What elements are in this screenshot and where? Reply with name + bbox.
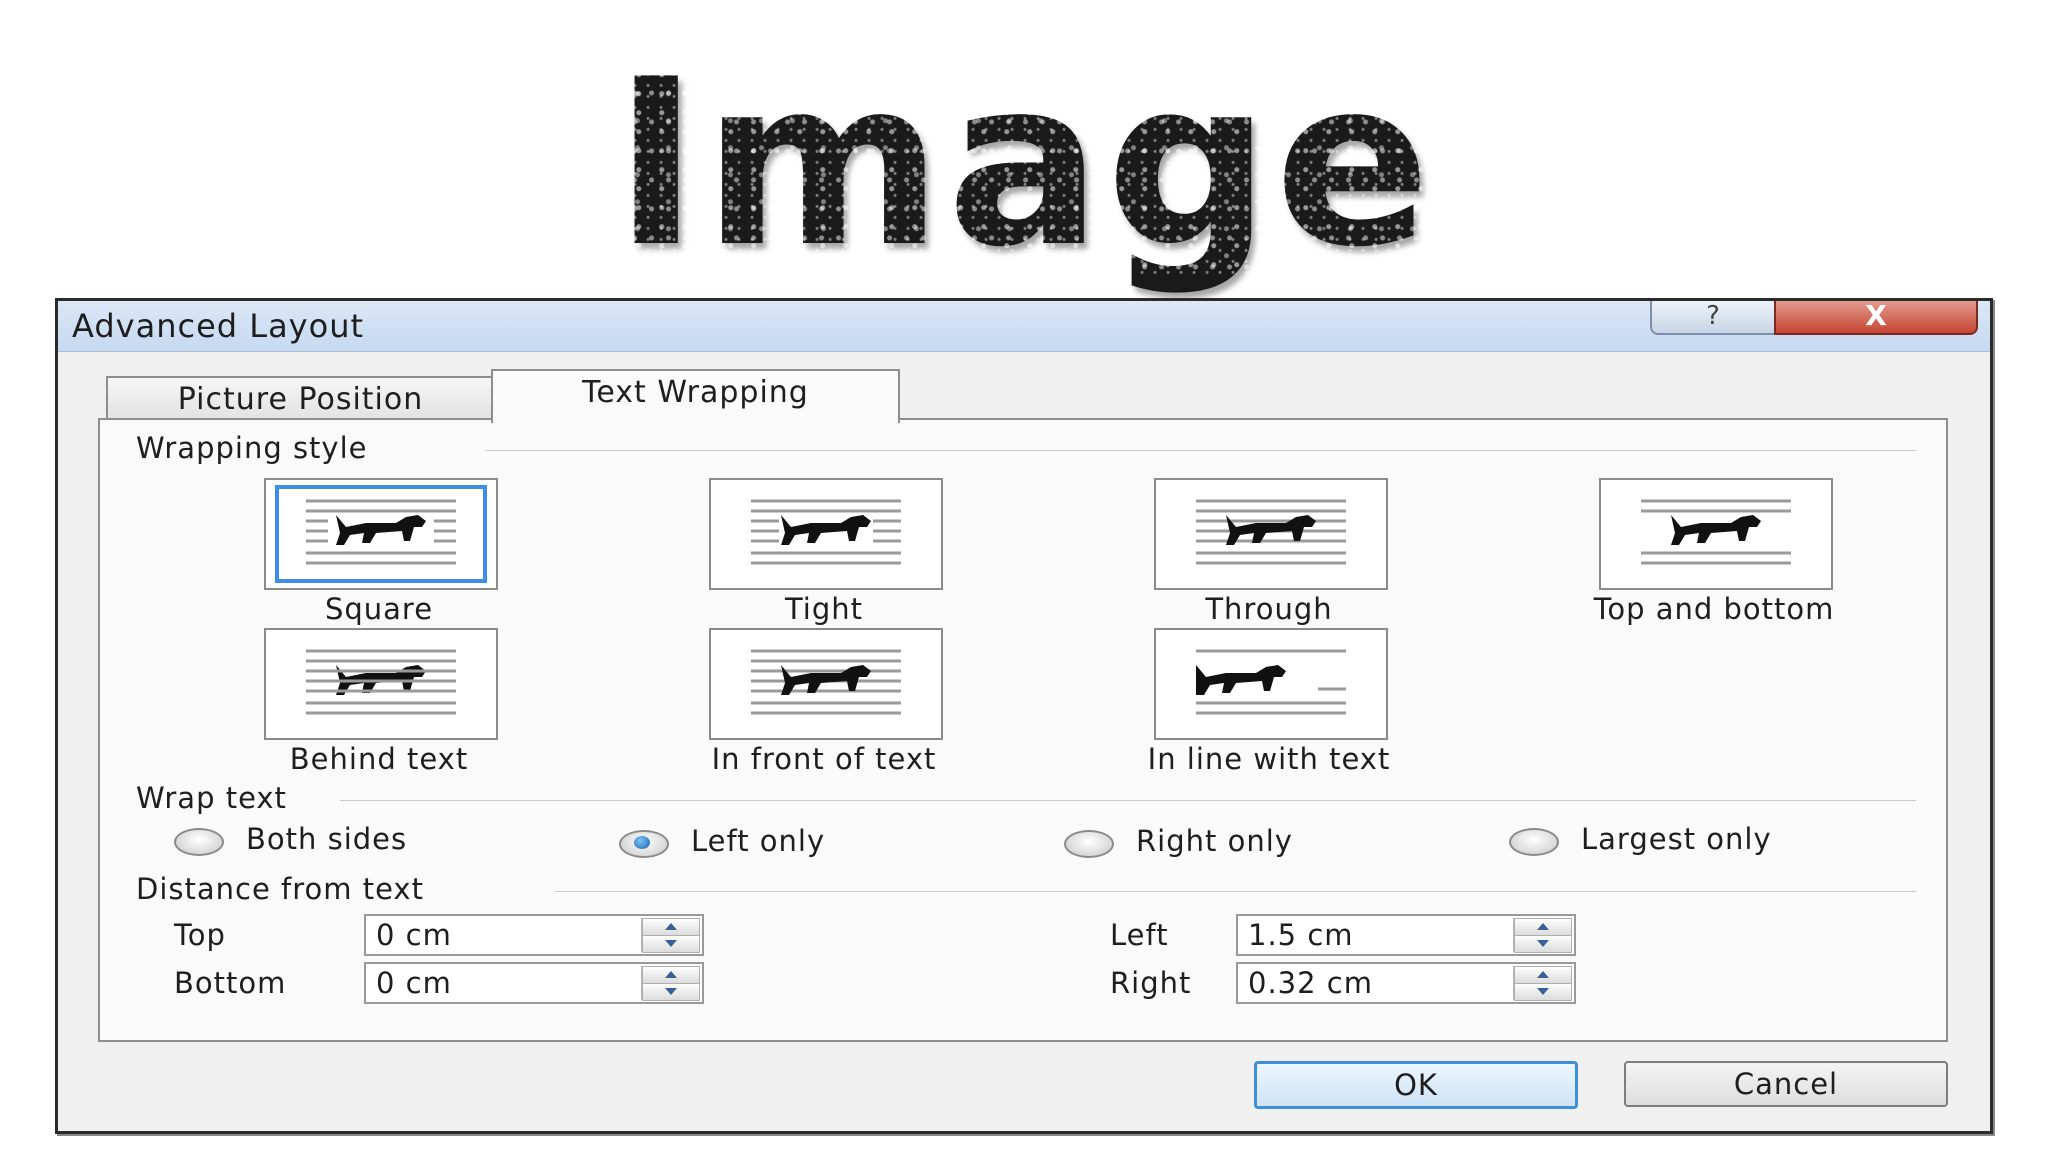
distance-left-spinner[interactable]: 1.5 cm (1236, 914, 1576, 956)
distance-top-value[interactable]: 0 cm (376, 918, 452, 952)
radio-left-only-label: Left only (691, 824, 826, 858)
dialog-titlebar[interactable]: Advanced Layout ? X (58, 301, 1990, 352)
distance-right-label: Right (1110, 966, 1192, 1000)
distance-left-label: Left (1110, 918, 1169, 952)
close-button[interactable]: X (1774, 301, 1978, 335)
advanced-layout-dialog: Advanced Layout ? X Picture Position Tex… (55, 298, 1993, 1134)
tab-text-wrapping[interactable]: Text Wrapping (491, 369, 900, 423)
spin-buttons (1513, 966, 1572, 1001)
distance-top-spinner[interactable]: 0 cm (364, 914, 704, 956)
spin-up-icon[interactable] (642, 966, 700, 984)
spin-down-icon[interactable] (1514, 983, 1572, 1001)
spin-buttons (641, 918, 700, 953)
wrap-top-bottom-button[interactable] (1599, 478, 1833, 590)
wrap-through-button[interactable] (1154, 478, 1388, 590)
spin-buttons (1513, 918, 1572, 953)
spin-up-icon[interactable] (642, 918, 700, 936)
spin-buttons (641, 966, 700, 1001)
wrap-through-label: Through (1205, 592, 1333, 626)
distance-left-value[interactable]: 1.5 cm (1248, 918, 1354, 952)
radio-largest-only-label: Largest only (1581, 822, 1772, 856)
tab-picture-position[interactable]: Picture Position (106, 376, 495, 420)
close-icon: X (1865, 299, 1887, 332)
wrapping-style-header: Wrapping style (136, 431, 368, 465)
spin-down-icon[interactable] (1514, 935, 1572, 953)
wrap-in-line-label: In line with text (1147, 742, 1391, 776)
wrap-in-line-icon (1196, 649, 1346, 715)
distance-right-value[interactable]: 0.32 cm (1248, 966, 1373, 1000)
spin-down-icon[interactable] (642, 935, 700, 953)
spin-up-icon[interactable] (1514, 966, 1572, 984)
radio-circle-checked[interactable] (619, 830, 669, 858)
wrap-in-front-label: In front of text (711, 742, 937, 776)
radio-right-only-label: Right only (1136, 824, 1293, 858)
divider (485, 450, 1916, 451)
wrap-in-line-button[interactable] (1154, 628, 1388, 740)
radio-circle[interactable] (174, 828, 224, 856)
wrap-through-icon (1196, 499, 1346, 565)
wrap-tight-label: Tight (784, 592, 864, 626)
cancel-button[interactable]: Cancel (1624, 1061, 1948, 1107)
radio-both-sides-label: Both sides (246, 822, 408, 856)
distance-bottom-spinner[interactable]: 0 cm (364, 962, 704, 1004)
wrap-square-button[interactable] (264, 478, 498, 590)
help-button[interactable]: ? (1650, 301, 1776, 335)
wrap-behind-text-button[interactable] (264, 628, 498, 740)
wrap-behind-text-icon (306, 649, 456, 715)
wrap-square-label: Square (324, 592, 434, 626)
wrap-top-bottom-label: Top and bottom (1593, 592, 1835, 626)
wrap-behind-text-label: Behind text (289, 742, 469, 776)
wrap-square-icon (306, 499, 456, 565)
divider (555, 891, 1916, 892)
distance-bottom-value[interactable]: 0 cm (376, 966, 452, 1000)
wrap-text-header: Wrap text (136, 781, 287, 815)
distance-top-label: Top (174, 918, 226, 952)
spin-up-icon[interactable] (1514, 918, 1572, 936)
wrap-tight-icon (751, 499, 901, 565)
spin-down-icon[interactable] (642, 983, 700, 1001)
distance-header: Distance from text (136, 872, 424, 906)
distance-right-spinner[interactable]: 0.32 cm (1236, 962, 1576, 1004)
ok-button[interactable]: OK (1254, 1061, 1578, 1109)
radio-circle[interactable] (1064, 830, 1114, 858)
slide-title: Image Placement (0, 50, 2048, 510)
radio-circle[interactable] (1509, 828, 1559, 856)
text-wrapping-panel: Wrapping style Square Tight Through Top … (98, 418, 1948, 1042)
wrap-in-front-button[interactable] (709, 628, 943, 740)
help-icon: ? (1706, 301, 1720, 331)
wrap-top-bottom-icon (1641, 499, 1791, 565)
wrap-tight-button[interactable] (709, 478, 943, 590)
divider (340, 800, 1916, 801)
wrap-in-front-icon (751, 649, 901, 715)
distance-bottom-label: Bottom (174, 966, 287, 1000)
dialog-title: Advanced Layout (72, 307, 365, 345)
